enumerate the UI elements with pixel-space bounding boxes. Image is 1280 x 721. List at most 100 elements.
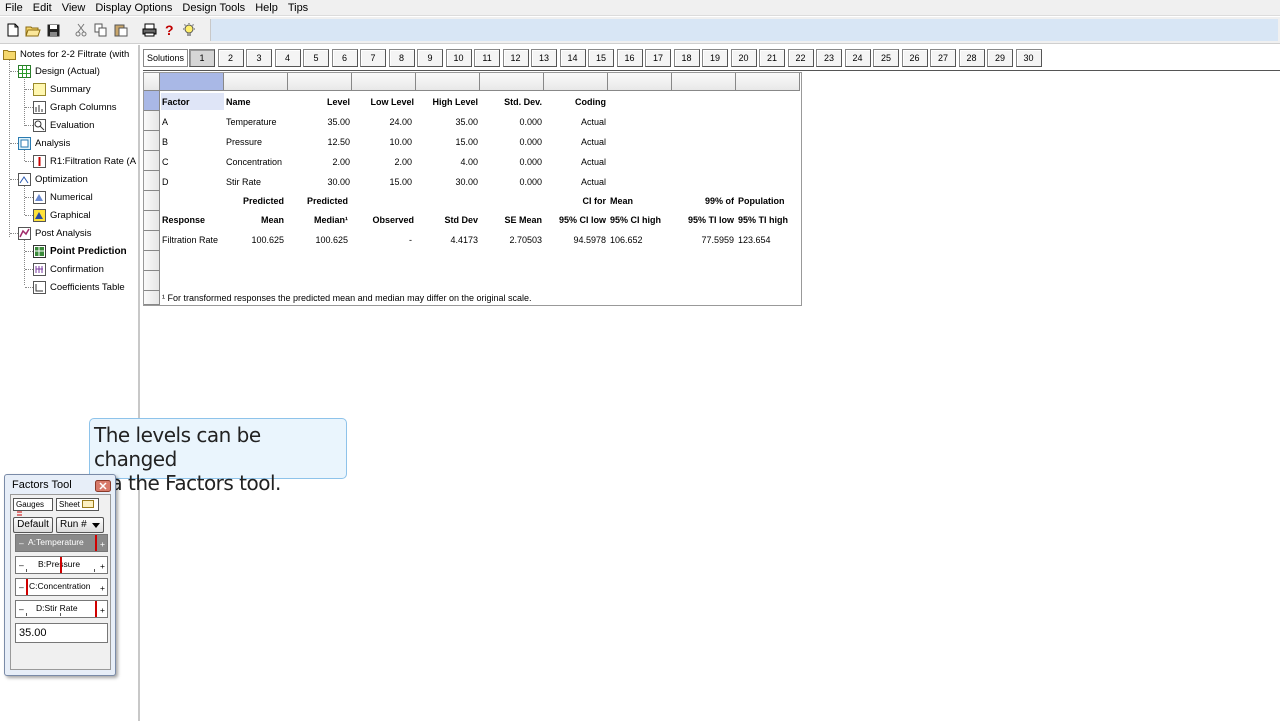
- factor-name[interactable]: Pressure: [226, 136, 262, 148]
- row-header[interactable]: [144, 151, 160, 171]
- menu-view[interactable]: View: [57, 0, 91, 16]
- paste-icon[interactable]: [112, 21, 130, 39]
- solution-tab-12[interactable]: 12: [502, 49, 529, 67]
- factor-high-level[interactable]: 30.00: [418, 176, 478, 188]
- solution-tab-22[interactable]: 22: [787, 49, 814, 67]
- menu-display-options[interactable]: Display Options: [90, 0, 177, 16]
- factor-coding[interactable]: Actual: [546, 176, 606, 188]
- solution-tab-5[interactable]: 5: [303, 49, 330, 67]
- std-dev[interactable]: 4.4173: [418, 234, 478, 246]
- header-mean-top[interactable]: Mean: [610, 195, 633, 207]
- factor-name[interactable]: Stir Rate: [226, 176, 261, 188]
- factor-high-level[interactable]: 4.00: [418, 156, 478, 168]
- header-std-dev-pred[interactable]: Std Dev: [418, 214, 478, 226]
- tab-gauges[interactable]: Gauges: [13, 498, 53, 519]
- print-icon[interactable]: [140, 21, 158, 39]
- solution-tab-10[interactable]: 10: [445, 49, 472, 67]
- header-predicted-mean-top[interactable]: Predicted: [226, 195, 284, 207]
- help-question-icon[interactable]: ?: [160, 21, 178, 39]
- factor-high-level[interactable]: 35.00: [418, 116, 478, 128]
- factor-value-input[interactable]: 35.00: [15, 623, 108, 643]
- solution-tab-7[interactable]: 7: [360, 49, 387, 67]
- solution-tab-30[interactable]: 30: [1015, 49, 1042, 67]
- factor-level[interactable]: 2.00: [290, 156, 350, 168]
- factor-letter[interactable]: D: [162, 176, 169, 188]
- se-mean[interactable]: 2.70503: [482, 234, 542, 246]
- solution-tab-18[interactable]: 18: [673, 49, 700, 67]
- ci-high[interactable]: 106.652: [610, 234, 643, 246]
- gauge-a-temperature[interactable]: – A:Temperature +: [15, 534, 108, 552]
- factor-name[interactable]: Temperature: [226, 116, 277, 128]
- predicted-mean[interactable]: 100.625: [226, 234, 284, 246]
- gauge-level-marker[interactable]: [95, 535, 97, 551]
- header-se-mean[interactable]: SE Mean: [482, 214, 542, 226]
- close-icon[interactable]: [95, 480, 111, 492]
- row-header[interactable]: [144, 91, 160, 111]
- factor-low-level[interactable]: 10.00: [354, 136, 412, 148]
- factors-tool-window[interactable]: Factors Tool Gauges Sheet Default Run # …: [4, 474, 116, 676]
- solution-tab-16[interactable]: 16: [616, 49, 643, 67]
- tree-optimization[interactable]: Optimization: [18, 171, 88, 188]
- solution-tab-11[interactable]: 11: [474, 49, 501, 67]
- column-header[interactable]: [288, 73, 352, 91]
- row-header[interactable]: [144, 271, 160, 291]
- ci-low[interactable]: 94.5978: [546, 234, 606, 246]
- run-select[interactable]: Run #: [56, 517, 104, 533]
- tree-confirmation[interactable]: Confirmation: [33, 261, 104, 278]
- column-header[interactable]: [736, 73, 800, 91]
- solution-tab-8[interactable]: 8: [388, 49, 415, 67]
- factor-letter[interactable]: C: [162, 156, 169, 168]
- solution-tab-4[interactable]: 4: [274, 49, 301, 67]
- header-population-top[interactable]: Population: [738, 195, 785, 207]
- column-header[interactable]: [672, 73, 736, 91]
- header-99-of-top[interactable]: 99% of: [674, 195, 734, 207]
- solution-tab-21[interactable]: 21: [759, 49, 786, 67]
- header-predicted-median-top[interactable]: Predicted: [290, 195, 348, 207]
- tree-analysis[interactable]: Analysis: [18, 135, 70, 152]
- factor-coding[interactable]: Actual: [546, 116, 606, 128]
- factor-low-level[interactable]: 24.00: [354, 116, 412, 128]
- predicted-median[interactable]: 100.625: [290, 234, 348, 246]
- tree-design[interactable]: Design (Actual): [18, 63, 100, 80]
- header-level[interactable]: Level: [290, 96, 350, 108]
- gauge-c-concentration[interactable]: – C:Concentration +: [15, 578, 108, 596]
- tree-coefficients-table[interactable]: Coefficients Table: [33, 279, 125, 296]
- row-header[interactable]: [144, 211, 160, 231]
- factor-low-level[interactable]: 2.00: [354, 156, 412, 168]
- solution-tab-6[interactable]: 6: [331, 49, 358, 67]
- column-header[interactable]: [480, 73, 544, 91]
- factor-std-dev[interactable]: 0.000: [482, 176, 542, 188]
- tree-evaluation[interactable]: Evaluation: [33, 117, 94, 134]
- column-header[interactable]: [544, 73, 608, 91]
- row-header[interactable]: [144, 131, 160, 151]
- solution-tab-3[interactable]: 3: [246, 49, 273, 67]
- gauge-level-marker[interactable]: [95, 601, 97, 617]
- column-header[interactable]: [160, 73, 224, 91]
- header-median[interactable]: Median¹: [290, 214, 348, 226]
- header-ci-high[interactable]: 95% CI high: [610, 214, 661, 226]
- factor-std-dev[interactable]: 0.000: [482, 136, 542, 148]
- factor-coding[interactable]: Actual: [546, 136, 606, 148]
- header-mean[interactable]: Mean: [226, 214, 284, 226]
- header-name[interactable]: Name: [226, 96, 251, 108]
- observed[interactable]: -: [354, 234, 412, 246]
- column-header[interactable]: [608, 73, 672, 91]
- factor-std-dev[interactable]: 0.000: [482, 156, 542, 168]
- row-header[interactable]: [144, 171, 160, 191]
- tree-post-analysis[interactable]: Post Analysis: [18, 225, 92, 242]
- solution-tab-13[interactable]: 13: [531, 49, 558, 67]
- solution-tab-25[interactable]: 25: [873, 49, 900, 67]
- row-header[interactable]: [144, 291, 160, 305]
- solution-tab-29[interactable]: 29: [987, 49, 1014, 67]
- header-ci-low[interactable]: 95% CI low: [546, 214, 606, 226]
- row-header[interactable]: [144, 111, 160, 131]
- factor-coding[interactable]: Actual: [546, 156, 606, 168]
- row-header[interactable]: [144, 231, 160, 251]
- menu-tips[interactable]: Tips: [283, 0, 313, 16]
- tree-root[interactable]: Notes for 2-2 Filtrate (with: [3, 46, 129, 63]
- cut-icon[interactable]: [72, 21, 90, 39]
- factor-std-dev[interactable]: 0.000: [482, 116, 542, 128]
- factor-level[interactable]: 35.00: [290, 116, 350, 128]
- header-ci-top[interactable]: CI for: [546, 195, 607, 207]
- solution-tab-20[interactable]: 20: [730, 49, 757, 67]
